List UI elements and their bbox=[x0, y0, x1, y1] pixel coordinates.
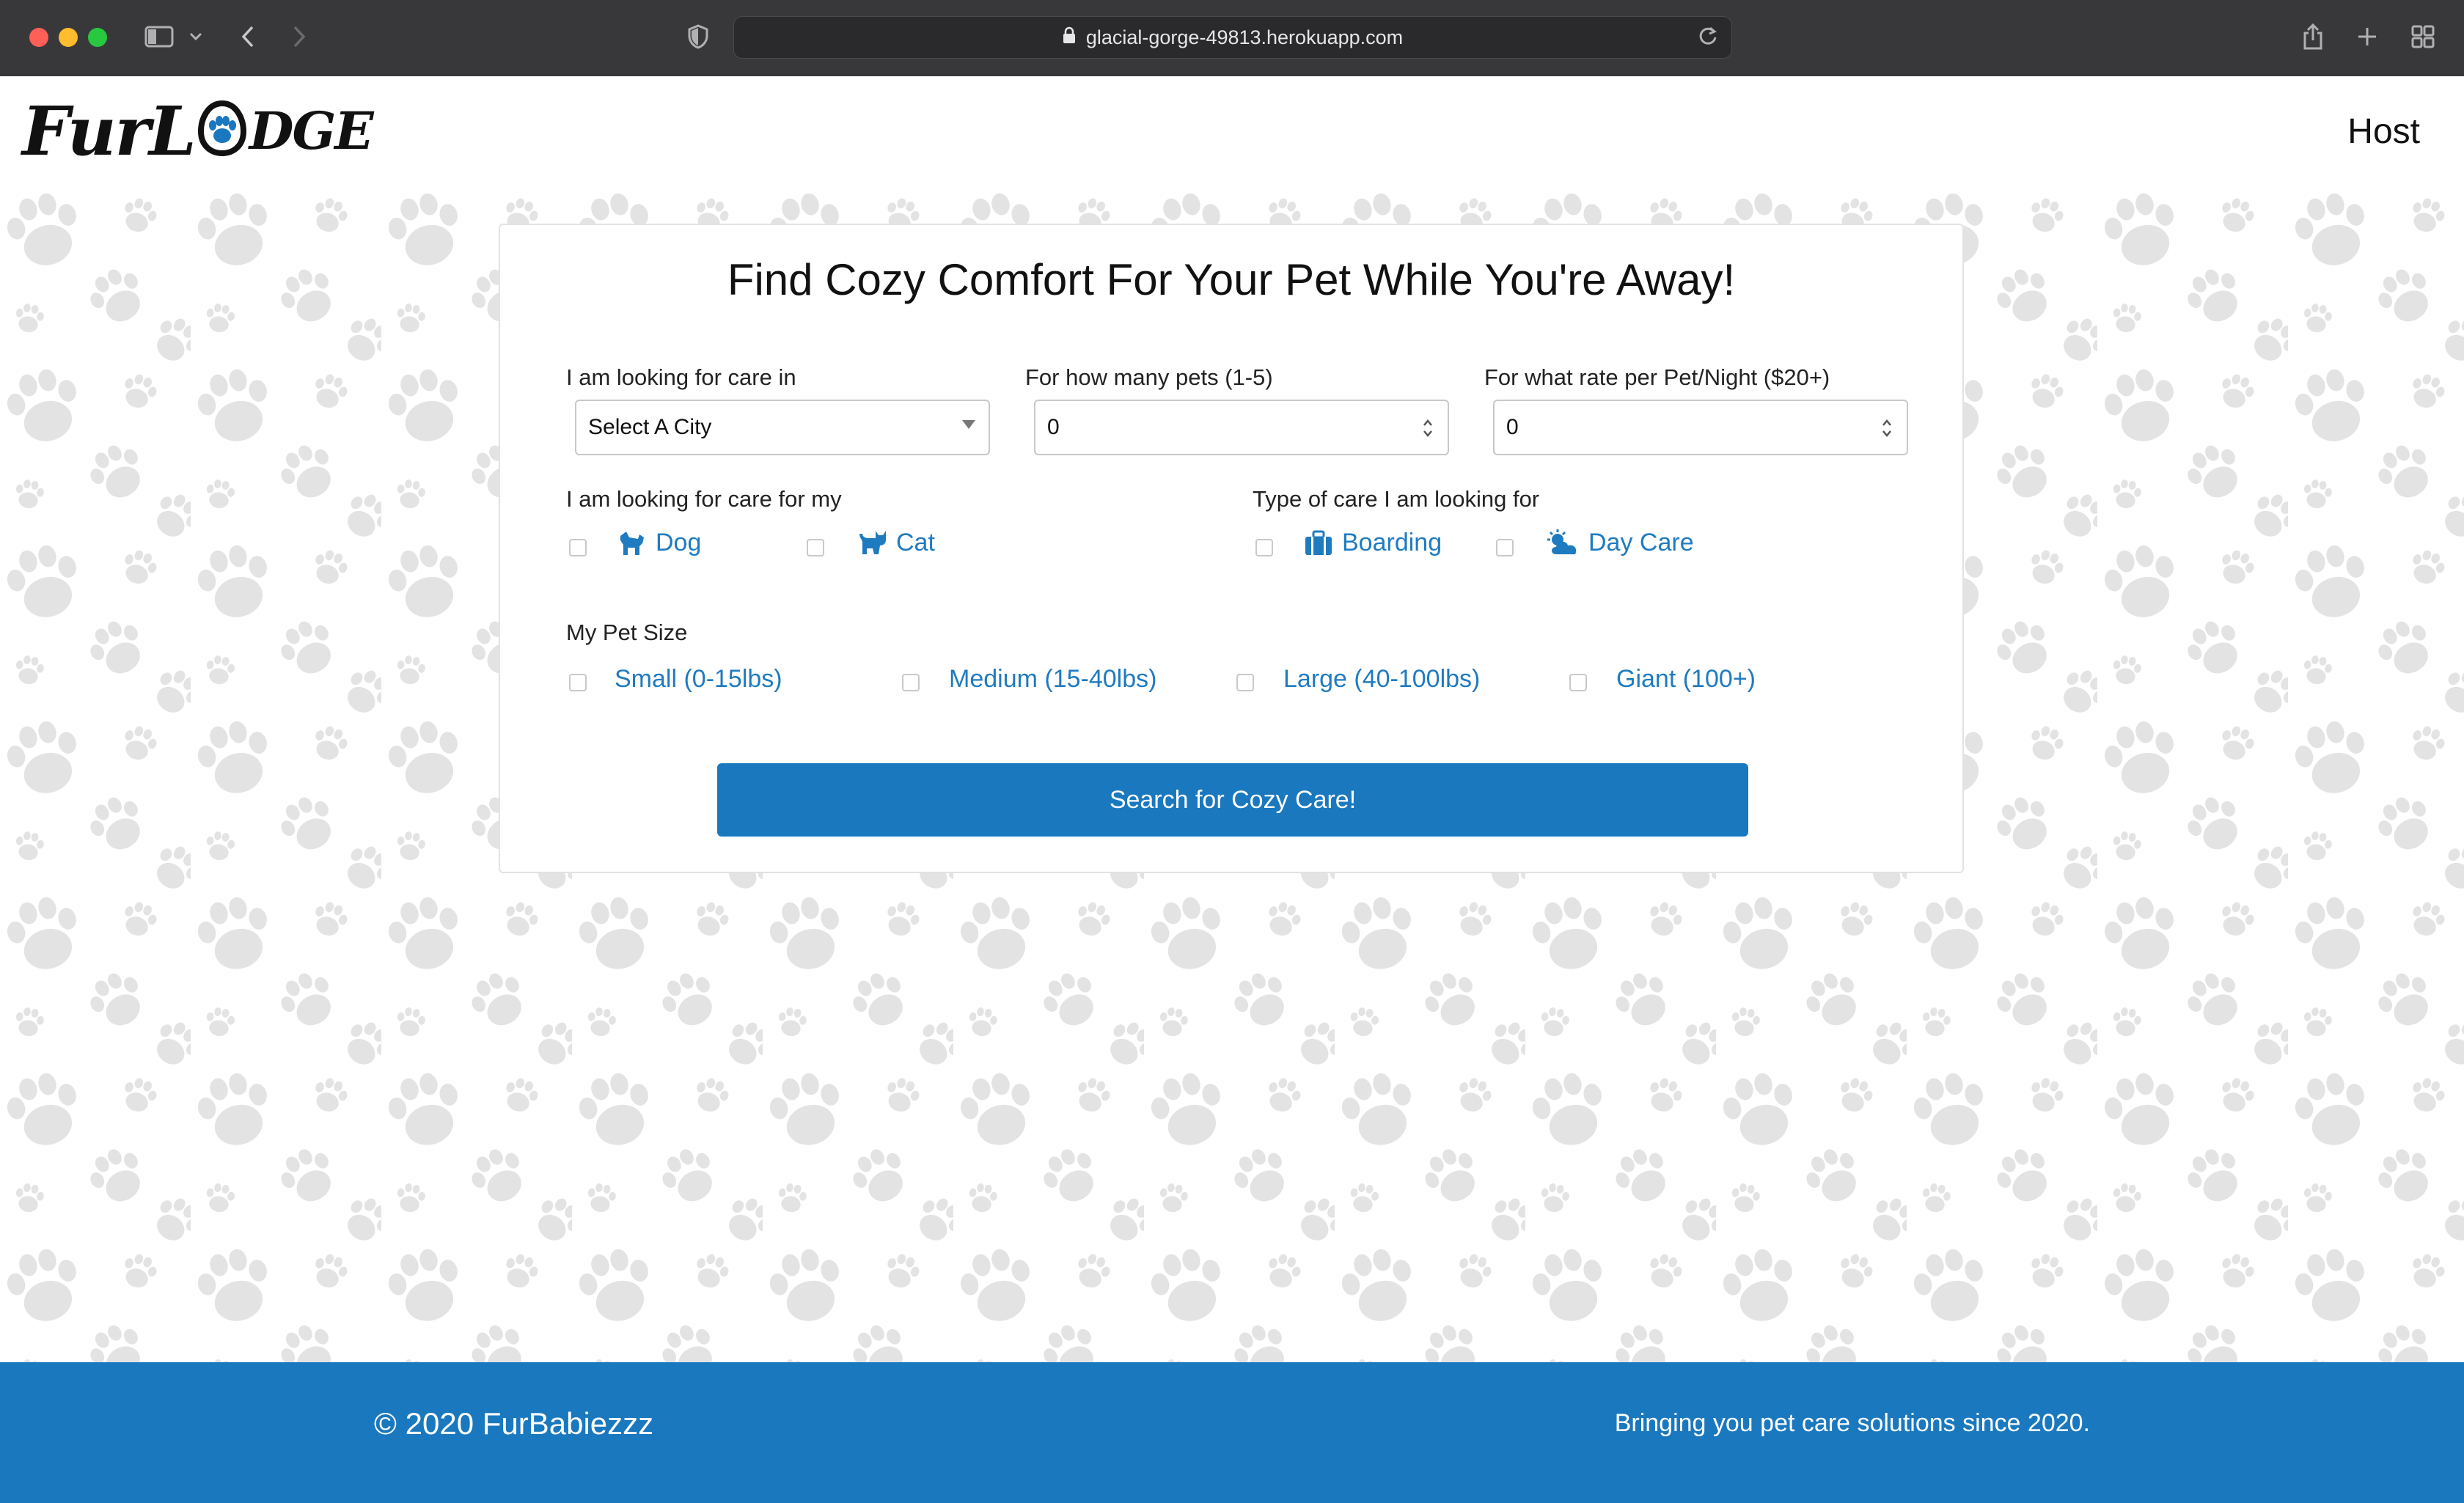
size-giant-checkbox[interactable] bbox=[1569, 674, 1587, 691]
city-select[interactable]: Select A City bbox=[575, 400, 990, 455]
sun-cloud-icon bbox=[1547, 529, 1577, 554]
tab-overview-icon[interactable] bbox=[2408, 21, 2438, 53]
furlodge-logo[interactable]: FurL dge bbox=[22, 92, 374, 171]
site-footer: © 2020 FurBabiezzz Bringing you pet care… bbox=[0, 1362, 2464, 1503]
size-large-option[interactable]: Large (40-100lbs) bbox=[1283, 665, 1480, 694]
chevron-down-icon[interactable] bbox=[185, 21, 207, 53]
pet-size-label: My Pet Size bbox=[566, 620, 688, 645]
city-select-value: Select A City bbox=[588, 415, 712, 439]
size-large-checkbox[interactable] bbox=[1236, 674, 1254, 691]
day-care-label: Day Care bbox=[1588, 529, 1694, 556]
rate-input[interactable]: 0 bbox=[1493, 400, 1908, 455]
number-spinner-icon[interactable] bbox=[1421, 414, 1434, 442]
day-care-checkbox[interactable] bbox=[1496, 539, 1514, 556]
pets-count-input[interactable]: 0 bbox=[1034, 400, 1449, 455]
lock-icon bbox=[1063, 26, 1076, 49]
dog-checkbox[interactable] bbox=[569, 539, 587, 556]
sidebar-toggle-icon[interactable] bbox=[141, 21, 177, 53]
footer-tagline: Bringing you pet care solutions since 20… bbox=[1614, 1409, 2090, 1437]
pet-type-label: I am looking for care for my bbox=[566, 486, 842, 512]
cat-label: Cat bbox=[896, 529, 935, 556]
boarding-label: Boarding bbox=[1342, 529, 1442, 556]
size-giant-option[interactable]: Giant (100+) bbox=[1616, 665, 1756, 694]
dog-label: Dog bbox=[656, 529, 702, 556]
dog-icon bbox=[620, 531, 644, 555]
search-button[interactable]: Search for Cozy Care! bbox=[717, 763, 1748, 837]
browser-toolbar: glacial-gorge-49813.herokuapp.com bbox=[0, 0, 2464, 77]
suitcase-icon bbox=[1305, 530, 1332, 555]
address-bar[interactable]: glacial-gorge-49813.herokuapp.com bbox=[733, 16, 1732, 59]
cat-option[interactable]: Cat bbox=[858, 529, 935, 557]
logo-text-right: dge bbox=[249, 100, 374, 161]
pets-count-value: 0 bbox=[1047, 415, 1060, 439]
size-medium-option[interactable]: Medium (15-40lbs) bbox=[949, 665, 1156, 694]
number-spinner-icon[interactable] bbox=[1880, 414, 1893, 442]
back-arrow-icon[interactable] bbox=[233, 21, 263, 53]
rate-value: 0 bbox=[1506, 415, 1519, 439]
url-text: glacial-gorge-49813.herokuapp.com bbox=[1085, 26, 1404, 48]
footer-copyright: © 2020 FurBabiezzz bbox=[374, 1406, 654, 1441]
host-link[interactable]: Host bbox=[2347, 111, 2420, 152]
rate-label: For what rate per Pet/Night ($20+) bbox=[1484, 364, 1830, 390]
cat-icon bbox=[859, 530, 886, 554]
logo-text-left: FurL bbox=[22, 92, 197, 171]
boarding-option[interactable]: Boarding bbox=[1304, 529, 1442, 557]
size-small-checkbox[interactable] bbox=[569, 674, 587, 691]
search-card: Find Cozy Comfort For Your Pet While You… bbox=[499, 224, 1964, 873]
share-icon[interactable] bbox=[2298, 21, 2328, 53]
new-tab-plus-icon[interactable] bbox=[2353, 21, 2382, 53]
minimize-window-button[interactable] bbox=[59, 28, 78, 47]
boarding-checkbox[interactable] bbox=[1255, 539, 1273, 556]
care-type-label: Type of care I am looking for bbox=[1253, 486, 1540, 512]
cat-checkbox[interactable] bbox=[807, 539, 824, 556]
close-window-button[interactable] bbox=[29, 28, 48, 47]
size-medium-checkbox[interactable] bbox=[902, 674, 920, 691]
reload-icon[interactable] bbox=[1698, 26, 1718, 53]
site-header: FurL dge Host bbox=[0, 76, 2464, 186]
privacy-shield-icon[interactable] bbox=[683, 21, 713, 53]
day-care-option[interactable]: Day Care bbox=[1547, 529, 1694, 557]
dog-option[interactable]: Dog bbox=[617, 529, 701, 557]
paw-pattern-background: Find Cozy Comfort For Your Pet While You… bbox=[0, 186, 2464, 1362]
paw-logo-icon bbox=[197, 98, 248, 166]
select-caret-icon bbox=[962, 420, 975, 429]
city-label: I am looking for care in bbox=[566, 364, 796, 390]
search-title: Find Cozy Comfort For Your Pet While You… bbox=[727, 255, 1736, 304]
forward-arrow-icon[interactable] bbox=[285, 21, 314, 53]
pets-count-label: For how many pets (1-5) bbox=[1025, 364, 1273, 390]
size-small-option[interactable]: Small (0-15lbs) bbox=[615, 665, 782, 694]
zoom-window-button[interactable] bbox=[88, 28, 107, 47]
